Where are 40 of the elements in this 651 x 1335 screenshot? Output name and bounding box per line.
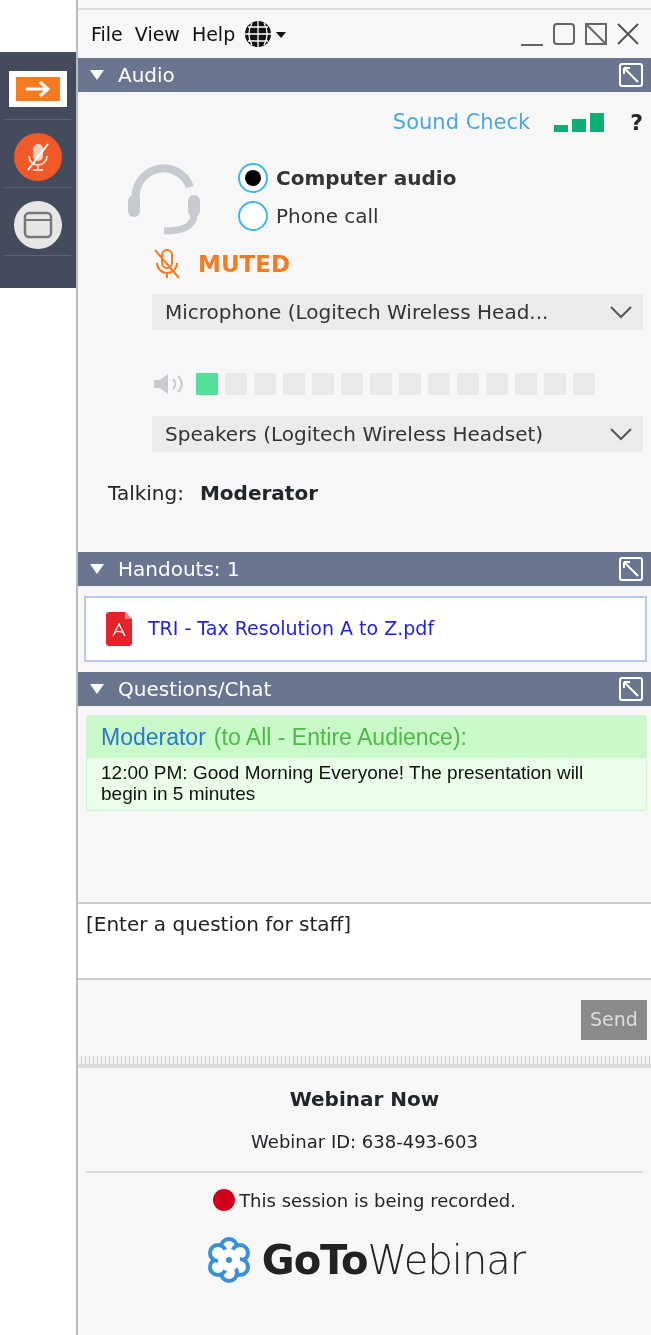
- arrow-button[interactable]: [8, 69, 68, 108]
- chevron-down-icon: [609, 304, 633, 319]
- collapse-arrow-icon[interactable]: [90, 563, 104, 574]
- section-title: Audio: [118, 62, 176, 89]
- radio-label[interactable]: Phone call: [276, 201, 379, 231]
- section-title: Questions/Chat: [118, 675, 273, 703]
- talking-name: Moderator: [199, 479, 318, 507]
- help-icon[interactable]: ?: [630, 106, 643, 139]
- collapse-arrow-icon[interactable]: [90, 70, 104, 80]
- collapse-arrow-icon[interactable]: [90, 683, 104, 694]
- handout-item[interactable]: TRI - Tax Resolution A to Z.pdf: [84, 595, 647, 662]
- microphone-dropdown[interactable]: Microphone (Logitech Wireless Head...: [152, 293, 643, 330]
- sender-link[interactable]: Moderator: [101, 719, 206, 754]
- menu-item[interactable]: File: [86, 17, 128, 51]
- radio-label[interactable]: Computer audio: [276, 163, 457, 193]
- pdf-file-icon: [106, 611, 132, 646]
- chevron-down-icon: [609, 426, 633, 441]
- radio-button[interactable]: [238, 201, 268, 231]
- message-audience: (to All - Entire Audience):: [213, 722, 467, 752]
- file-name: TRI - Tax Resolution A to Z.pdf: [148, 616, 435, 642]
- mic-muted-button[interactable]: [13, 131, 63, 182]
- menu-item[interactable]: Help: [186, 17, 241, 51]
- logo-wordmark: GoToWebinar: [261, 1235, 526, 1285]
- talking-label: Talking:: [108, 479, 184, 507]
- section-title: Handouts: 1: [118, 555, 241, 583]
- recording-notice: This session is being recorded.: [239, 1188, 516, 1213]
- signal-bars-icon: [554, 111, 607, 134]
- webinar-id: Webinar ID: 638-493-603: [250, 1129, 479, 1154]
- webinar-title: Webinar Now: [288, 1085, 441, 1113]
- popout-icon[interactable]: [619, 556, 643, 581]
- window-button[interactable]: [13, 199, 63, 250]
- question-input-field[interactable]: [Enter a question for staff]: [78, 901, 651, 980]
- message-text: 12:00 PM: Good Morning Everyone! The presentation will begin in 5 minutes: [100, 761, 585, 806]
- popout-icon[interactable]: [619, 63, 643, 87]
- radio-button[interactable]: [238, 163, 268, 193]
- speaker-dropdown[interactable]: Speakers (Logitech Wireless Headset): [152, 415, 643, 452]
- mute-status: MUTED: [198, 250, 291, 279]
- popout-icon[interactable]: [619, 676, 643, 701]
- resize-grip[interactable]: [78, 1055, 651, 1068]
- menu-item[interactable]: View: [129, 17, 185, 51]
